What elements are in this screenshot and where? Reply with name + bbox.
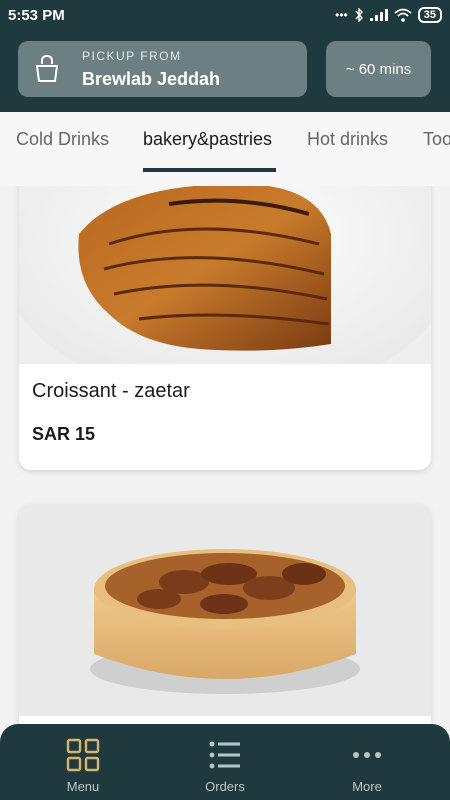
product-title: Croissant - zaetar bbox=[32, 380, 190, 402]
active-tab-indicator bbox=[143, 168, 276, 172]
nav-orders-label: Orders bbox=[205, 779, 245, 794]
battery-icon: 35 bbox=[417, 7, 442, 23]
eta-button[interactable]: ~ 60 mins bbox=[326, 41, 431, 97]
status-icons: ••• 35 bbox=[335, 7, 442, 23]
status-time: 5:53 PM bbox=[8, 7, 65, 24]
signal-icon bbox=[369, 9, 388, 21]
store-name: Brewlab Jeddah bbox=[82, 69, 221, 89]
pecan-tart-image bbox=[19, 504, 431, 716]
tab-cold-drinks[interactable]: Cold Drinks bbox=[16, 129, 109, 150]
tab-bakery-pastries[interactable]: bakery&pastries bbox=[143, 129, 272, 150]
shopping-bag-icon bbox=[35, 55, 59, 82]
list-icon bbox=[209, 741, 240, 769]
pickup-location-button[interactable]: PICKUP FROM Brewlab Jeddah bbox=[18, 41, 307, 97]
croissant-image bbox=[19, 186, 431, 399]
pecan-tart-illustration bbox=[19, 504, 431, 716]
tab-hot-drinks[interactable]: Hot drinks bbox=[307, 129, 388, 150]
pickup-label: PICKUP FROM bbox=[82, 49, 182, 63]
bluetooth-icon bbox=[355, 8, 363, 22]
app-header: 5:53 PM ••• 35 PICKUP FROM Brewlab Jedda… bbox=[0, 0, 450, 112]
bottom-navigation: Menu Orders More bbox=[0, 724, 450, 800]
notification-dots-icon: ••• bbox=[335, 8, 348, 22]
category-tabs: Cold Drinks bakery&pastries Hot drinks T… bbox=[0, 112, 450, 186]
nav-menu[interactable]: Menu bbox=[8, 724, 158, 800]
product-price: SAR 15 bbox=[32, 424, 96, 444]
nav-more-label: More bbox=[352, 779, 382, 794]
nav-menu-label: Menu bbox=[66, 779, 100, 794]
more-dots-icon bbox=[353, 752, 381, 758]
croissant-illustration bbox=[19, 186, 431, 399]
status-bar: 5:53 PM ••• 35 bbox=[0, 0, 450, 32]
wifi-icon bbox=[394, 8, 412, 22]
grid-icon bbox=[66, 738, 100, 772]
product-list[interactable]: Croissant - zaetar SAR 15 bbox=[0, 186, 450, 800]
nav-more[interactable]: More bbox=[292, 724, 442, 800]
nav-orders[interactable]: Orders bbox=[150, 724, 300, 800]
tab-too[interactable]: Too bbox=[423, 129, 450, 150]
product-card[interactable]: Croissant - zaetar SAR 15 bbox=[19, 186, 431, 470]
